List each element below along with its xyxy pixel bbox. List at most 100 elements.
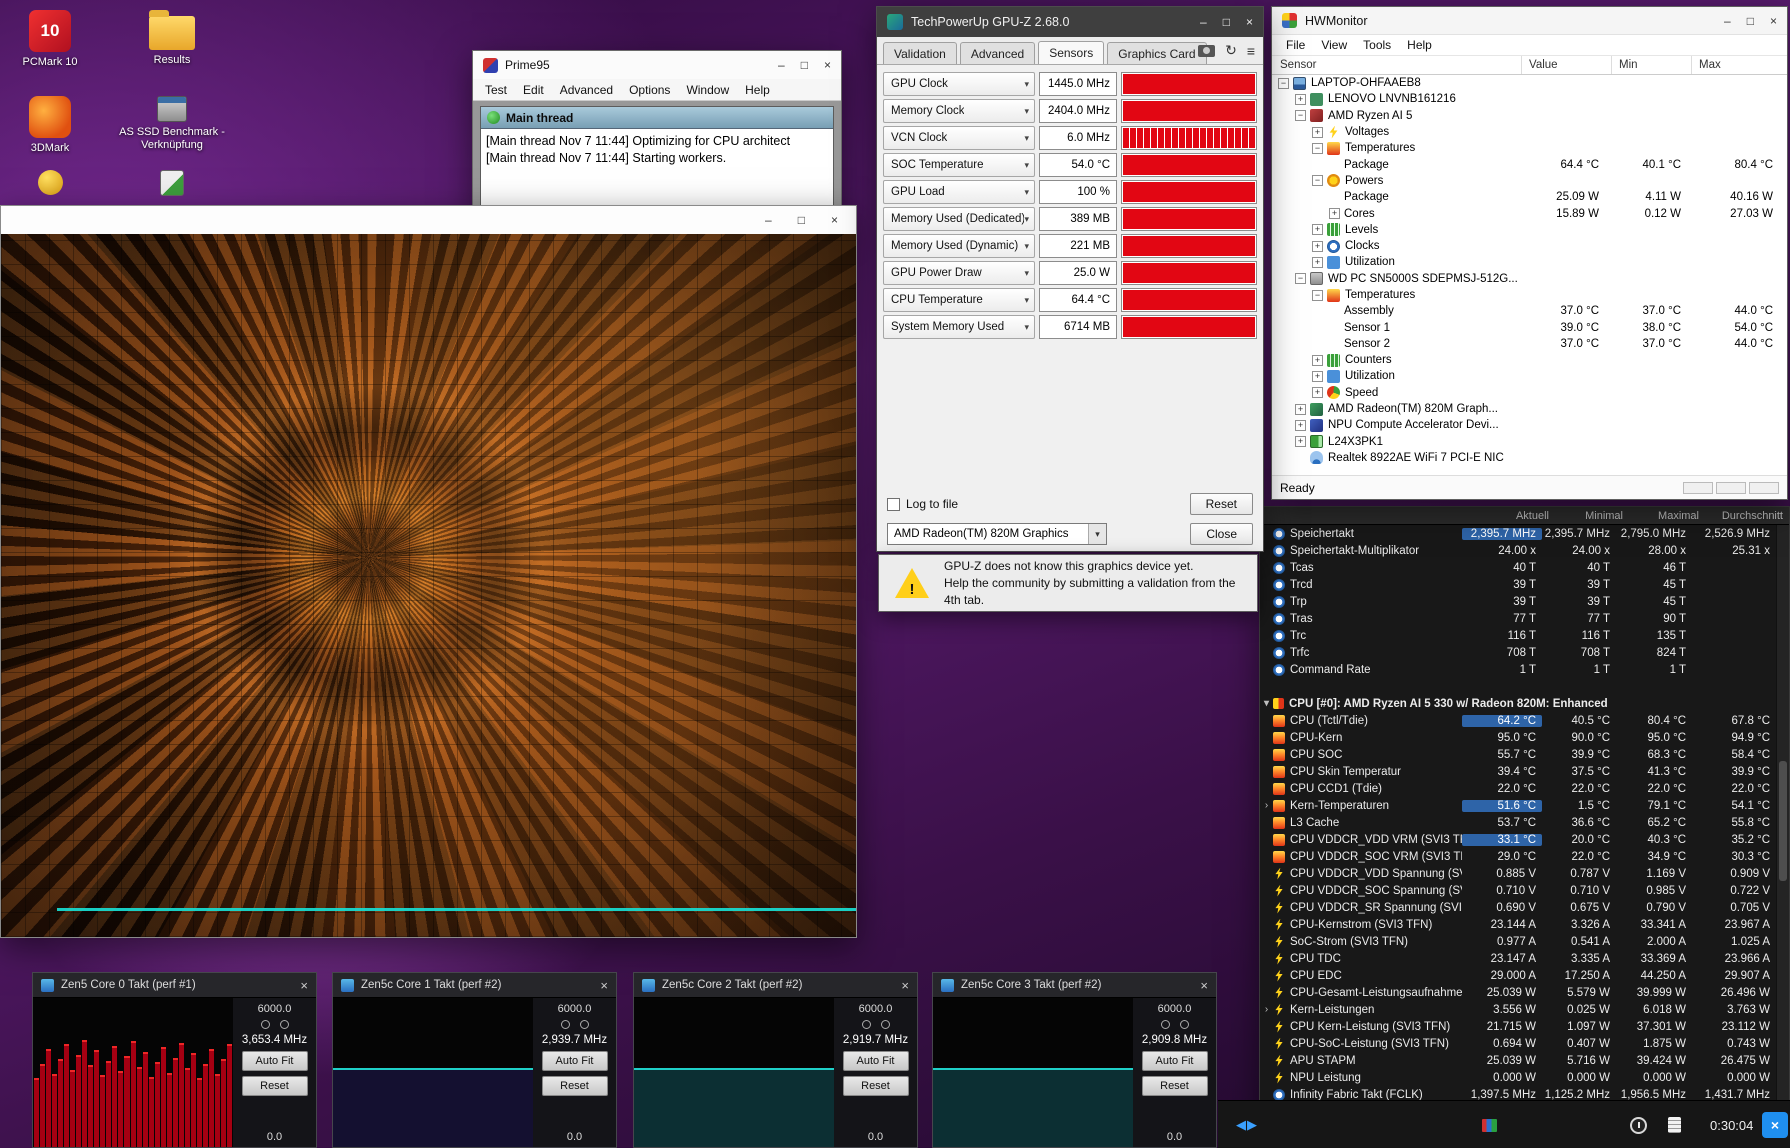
clock-tray-icon[interactable] [1630, 1101, 1647, 1148]
minimize-button[interactable]: – [1724, 14, 1731, 28]
scrollbar-thumb[interactable] [1779, 761, 1787, 881]
menu-item-help[interactable]: Help [1399, 38, 1440, 52]
expand-toggle-icon[interactable]: + [1312, 127, 1323, 138]
activity-tray-icon[interactable] [1482, 1101, 1497, 1148]
hwmonitor-row[interactable]: Assembly37.0 °C37.0 °C44.0 °C [1272, 303, 1787, 319]
log-to-file-checkbox[interactable]: Log to file [887, 497, 958, 511]
sensor-name-dropdown[interactable]: Memory Used (Dynamic) ▾ [883, 234, 1035, 258]
close-button[interactable]: Close [1190, 523, 1253, 545]
menu-item-window[interactable]: Window [678, 83, 737, 97]
sensor-row[interactable]: CPU CCD1 (Tdie)22.0 °C22.0 °C22.0 °C22.0… [1260, 780, 1776, 797]
sensor-row[interactable]: L3 Cache53.7 °C36.6 °C65.2 °C55.8 °C [1260, 814, 1776, 831]
column-header-aktuell[interactable]: Aktuell [1475, 510, 1555, 522]
sensor-name-dropdown[interactable]: GPU Power Draw ▾ [883, 261, 1035, 285]
menu-item-options[interactable]: Options [621, 83, 678, 97]
sensor-row[interactable]: ›Kern-Temperaturen51.6 °C1.5 °C79.1 °C54… [1260, 797, 1776, 814]
sensor-row[interactable]: CPU SOC55.7 °C39.9 °C68.3 °C58.4 °C [1260, 746, 1776, 763]
hwmonitor-row[interactable]: −AMD Ryzen AI 5 [1272, 108, 1787, 124]
reset-button[interactable]: Reset [242, 1076, 308, 1096]
sensor-row[interactable]: ›Kern-Leistungen3.556 W0.025 W6.018 W3.7… [1260, 1001, 1776, 1018]
hwmonitor-row[interactable]: Package64.4 °C40.1 °C80.4 °C [1272, 156, 1787, 172]
vertical-scrollbar[interactable] [1776, 525, 1789, 1147]
radio-button[interactable] [881, 1020, 890, 1029]
desktop-icon-results[interactable]: Results [112, 8, 232, 67]
sensor-row[interactable]: Trcd39 T39 T45 T [1260, 576, 1776, 593]
close-icon[interactable]: × [300, 978, 308, 993]
sensor-row[interactable]: Command Rate1 T1 T1 T [1260, 661, 1776, 678]
menu-item-tools[interactable]: Tools [1355, 38, 1399, 52]
hwmonitor-row[interactable]: Sensor 139.0 °C38.0 °C54.0 °C [1272, 319, 1787, 335]
minimize-button[interactable]: – [765, 213, 772, 227]
sensor-row[interactable]: CPU-SoC-Leistung (SVI3 TFN)0.694 W0.407 … [1260, 1035, 1776, 1052]
auto-fit-button[interactable]: Auto Fit [1142, 1051, 1208, 1071]
hwmonitor-row[interactable]: +Counters [1272, 352, 1787, 368]
sensor-section-header[interactable]: ▾ CPU [#0]: AMD Ryzen AI 5 330 w/ Radeon… [1260, 695, 1776, 712]
tab-advanced[interactable]: Advanced [960, 42, 1035, 64]
collapse-toggle-icon[interactable]: − [1295, 273, 1306, 284]
hwmonitor-row[interactable]: Realtek 8922AE WiFi 7 PCI-E NIC [1272, 450, 1787, 466]
sensor-name-dropdown[interactable]: GPU Clock ▾ [883, 72, 1035, 96]
device-selector-dropdown[interactable]: AMD Radeon(TM) 820M Graphics ▾ [887, 523, 1107, 545]
auto-fit-button[interactable]: Auto Fit [843, 1051, 909, 1071]
column-header-value[interactable]: Value [1521, 56, 1611, 74]
expand-toggle-icon[interactable]: + [1312, 387, 1323, 398]
hwmonitor-row[interactable]: +Clocks [1272, 238, 1787, 254]
screenshot-camera-icon[interactable] [1198, 45, 1215, 57]
sensor-row[interactable]: CPU TDC23.147 A3.335 A33.369 A23.966 A [1260, 950, 1776, 967]
close-button[interactable]: × [831, 213, 838, 227]
auto-fit-button[interactable]: Auto Fit [242, 1051, 308, 1071]
core-window-titlebar[interactable]: Zen5c Core 2 Takt (perf #2) × [634, 973, 917, 998]
maximize-button[interactable]: □ [1747, 14, 1754, 28]
maximize-button[interactable]: □ [1223, 15, 1230, 29]
column-header-min[interactable]: Min [1611, 56, 1691, 74]
menu-item-view[interactable]: View [1313, 38, 1355, 52]
desktop-icon-as-ssd[interactable]: AS SSD Benchmark - Verknüpfung [112, 96, 232, 152]
tab-validation[interactable]: Validation [883, 42, 957, 64]
close-button[interactable]: × [1770, 14, 1777, 28]
expand-toggle-icon[interactable]: + [1295, 404, 1306, 415]
checkbox-icon[interactable] [887, 498, 900, 511]
arrows-app-icon[interactable]: ◀▶ [1236, 1101, 1258, 1148]
hwmonitor-row[interactable]: +AMD Radeon(TM) 820M Graph... [1272, 401, 1787, 417]
close-button[interactable]: × [824, 58, 831, 72]
hwmonitor-row[interactable]: +L24X3PK1 [1272, 434, 1787, 450]
hwmonitor-row[interactable]: −Temperatures [1272, 140, 1787, 156]
hwmonitor-row[interactable]: +Utilization [1272, 254, 1787, 270]
expand-toggle-icon[interactable]: + [1312, 355, 1323, 366]
sensor-name-dropdown[interactable]: VCN Clock ▾ [883, 126, 1035, 150]
reset-button[interactable]: Reset [542, 1076, 608, 1096]
desktop-icon-pcmark10[interactable]: 10 PCMark 10 [0, 10, 110, 69]
sensor-name-dropdown[interactable]: Memory Clock ▾ [883, 99, 1035, 123]
expand-toggle-icon[interactable]: + [1312, 371, 1323, 382]
sensor-row[interactable]: CPU-Kernstrom (SVI3 TFN)23.144 A3.326 A3… [1260, 916, 1776, 933]
hwmonitor-row[interactable]: Sensor 237.0 °C37.0 °C44.0 °C [1272, 336, 1787, 352]
sensor-row[interactable]: Tras77 T77 T90 T [1260, 610, 1776, 627]
hwmonitor-row[interactable]: +Voltages [1272, 124, 1787, 140]
close-icon[interactable]: × [901, 978, 909, 993]
hwmonitor-row[interactable]: −WD PC SN5000S SDEPMSJ-512G... [1272, 271, 1787, 287]
refresh-icon[interactable]: ↻ [1225, 42, 1237, 59]
hwmonitor-row[interactable]: +LENOVO LNVNB161216 [1272, 91, 1787, 107]
radio-button[interactable] [280, 1020, 289, 1029]
sensor-row[interactable]: CPU Skin Temperatur39.4 °C37.5 °C41.3 °C… [1260, 763, 1776, 780]
sensor-row[interactable]: CPU Kern-Leistung (SVI3 TFN)21.715 W1.09… [1260, 1018, 1776, 1035]
sensor-name-dropdown[interactable]: GPU Load ▾ [883, 180, 1035, 204]
expand-toggle-icon[interactable]: + [1312, 224, 1323, 235]
close-icon[interactable]: × [1200, 978, 1208, 993]
fractal-titlebar[interactable]: – □ × [1, 206, 856, 234]
column-header-maximal[interactable]: Maximal [1629, 510, 1705, 522]
sensor-row[interactable]: APU STAPM25.039 W5.716 W39.424 W26.475 W [1260, 1052, 1776, 1069]
sensor-name-dropdown[interactable]: CPU Temperature ▾ [883, 288, 1035, 312]
hwmonitor-row[interactable]: +Cores15.89 W0.12 W27.03 W [1272, 205, 1787, 221]
sensor-row[interactable]: Speichertakt2,395.7 MHz2,395.7 MHz2,795.… [1260, 525, 1776, 542]
collapse-toggle-icon[interactable]: − [1295, 110, 1306, 121]
radio-button[interactable] [580, 1020, 589, 1029]
sensor-row[interactable]: Trc116 T116 T135 T [1260, 627, 1776, 644]
sensor-row[interactable]: Speichertakt-Multiplikator24.00 x24.00 x… [1260, 542, 1776, 559]
tab-graphics-card[interactable]: Graphics Card [1107, 42, 1206, 64]
expand-toggle-icon[interactable]: + [1295, 94, 1306, 105]
expand-toggle-icon[interactable]: + [1329, 208, 1340, 219]
sensor-name-dropdown[interactable]: Memory Used (Dedicated) ▾ [883, 207, 1035, 231]
hwmonitor-row[interactable]: −LAPTOP-OHFAAEB8 [1272, 75, 1787, 91]
radio-button[interactable] [862, 1020, 871, 1029]
